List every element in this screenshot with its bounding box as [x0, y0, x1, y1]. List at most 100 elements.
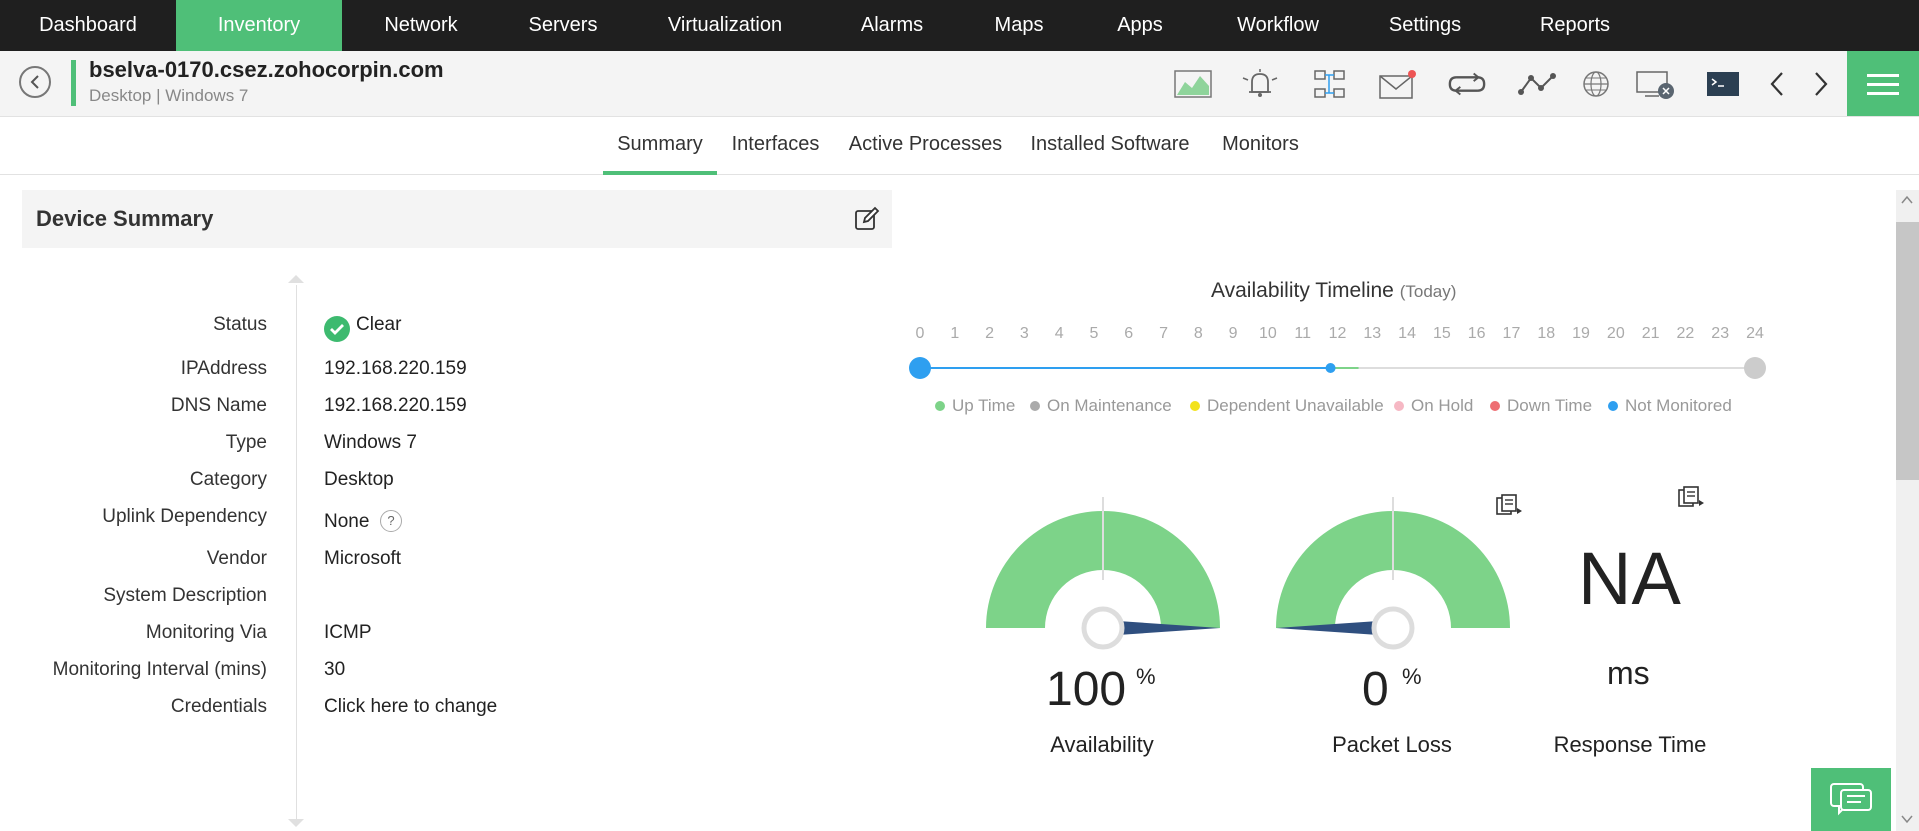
- status-value: Clear: [356, 314, 402, 335]
- legend-label: Not Monitored: [1625, 396, 1732, 415]
- uplink-dependency-value: None: [324, 511, 370, 532]
- timeline-hour-label: 24: [1746, 325, 1764, 342]
- timeline-hour-label: 1: [950, 325, 960, 342]
- nav-workflow[interactable]: Workflow: [1202, 0, 1354, 51]
- help-icon[interactable]: ?: [380, 510, 402, 532]
- legend-dot: [1394, 401, 1404, 411]
- scroll-up-icon[interactable]: [1900, 193, 1914, 207]
- sync-icon[interactable]: [1447, 66, 1487, 102]
- timeline-hour-label: 16: [1467, 325, 1486, 342]
- legend-dot: [1030, 401, 1040, 411]
- nav-inventory[interactable]: Inventory: [176, 0, 342, 51]
- legend-item: Dependent Unavailable: [1190, 396, 1384, 416]
- globe-icon[interactable]: [1576, 66, 1616, 102]
- type-value: Windows 7: [324, 432, 417, 453]
- legend-item: Down Time: [1490, 396, 1592, 416]
- legend-dot: [1608, 401, 1618, 411]
- nav-virtualization[interactable]: Virtualization: [626, 0, 824, 51]
- top-navigation: Dashboard Inventory Network Servers Virt…: [0, 0, 1919, 51]
- packet-loss-unit: %: [1402, 664, 1422, 689]
- timeline-hour-label: 18: [1537, 325, 1556, 342]
- packet-loss-gauge: [1276, 497, 1510, 650]
- next-arrow-icon[interactable]: [1801, 66, 1841, 102]
- timeline-hour-label: 20: [1606, 325, 1625, 342]
- timeline-hour-label: 17: [1502, 325, 1521, 342]
- timeline-hour-label: 19: [1572, 325, 1590, 342]
- accent-bar: [71, 60, 76, 106]
- timeline-hour-label: 13: [1363, 325, 1382, 342]
- legend-dot: [1190, 401, 1200, 411]
- legend-dot: [935, 401, 945, 411]
- timeline-title-text: Availability Timeline: [1211, 279, 1394, 302]
- chat-button[interactable]: [1811, 768, 1891, 831]
- prev-arrow-icon[interactable]: [1757, 66, 1797, 102]
- timeline-hour-label: 10: [1259, 325, 1277, 342]
- graph-icon[interactable]: [1173, 66, 1213, 102]
- alarm-bell-icon[interactable]: [1240, 66, 1280, 102]
- edit-icon[interactable]: [854, 206, 880, 232]
- dns-name-value: 192.168.220.159: [324, 395, 467, 416]
- response-time-unit: ms: [1607, 655, 1650, 691]
- monitoring-via-value: ICMP: [324, 622, 372, 643]
- status-check-icon: [324, 316, 350, 342]
- nav-servers[interactable]: Servers: [500, 0, 626, 51]
- vendor-value: Microsoft: [324, 548, 402, 569]
- terminal-icon[interactable]: [1703, 66, 1743, 102]
- timeline-end-marker: [1744, 357, 1766, 379]
- timeline-hour-label: 4: [1054, 325, 1064, 342]
- timeline-title: Availability Timeline (Today): [1211, 279, 1456, 303]
- response-time-report-icon[interactable]: [1677, 486, 1707, 512]
- tab-interfaces[interactable]: Interfaces: [727, 117, 824, 175]
- packet-loss-report-icon[interactable]: [1495, 494, 1525, 520]
- monitoring-interval-label: Monitoring Interval (mins): [52, 659, 267, 680]
- nav-apps[interactable]: Apps: [1078, 0, 1202, 51]
- nav-reports[interactable]: Reports: [1496, 0, 1654, 51]
- availability-unit: %: [1136, 664, 1156, 689]
- timeline-hour-label: 5: [1089, 325, 1099, 342]
- ip-address-label: IPAddress: [180, 358, 267, 379]
- dns-name-label: DNS Name: [170, 395, 267, 416]
- ip-address-value: 192.168.220.159: [324, 358, 467, 379]
- nav-settings[interactable]: Settings: [1354, 0, 1496, 51]
- mail-icon[interactable]: [1377, 66, 1417, 102]
- availability-label: Availability: [1050, 732, 1154, 757]
- timeline-hour-label: 14: [1398, 325, 1416, 342]
- legend-item: Not Monitored: [1608, 396, 1732, 416]
- availability-gauge: [986, 497, 1220, 650]
- tab-monitors[interactable]: Monitors: [1214, 117, 1307, 175]
- packet-loss-label: Packet Loss: [1332, 732, 1452, 757]
- scroll-down-icon[interactable]: [1900, 812, 1914, 826]
- legend-label: On Hold: [1411, 396, 1474, 415]
- device-summary-title: Device Summary: [36, 206, 214, 231]
- timeline-hour-label: 11: [1294, 325, 1311, 342]
- chevron-left-icon: [30, 75, 39, 89]
- back-button[interactable]: [19, 66, 51, 98]
- legend-item: On Hold: [1394, 396, 1473, 416]
- timeline-hour-label: 3: [1019, 325, 1029, 342]
- tab-active-processes[interactable]: Active Processes: [846, 117, 1005, 175]
- timeline-hour-label: 0: [915, 325, 925, 342]
- timeline-period: (Today): [1399, 282, 1457, 301]
- packet-loss-gauge-hub: [1371, 606, 1415, 650]
- nav-maps[interactable]: Maps: [960, 0, 1078, 51]
- monitoring-interval-value: 30: [324, 659, 346, 680]
- vendor-label: Vendor: [206, 548, 267, 569]
- scrollbar-thumb[interactable]: [1896, 222, 1919, 480]
- availability-gauge-hub: [1081, 606, 1125, 650]
- menu-button[interactable]: [1847, 51, 1919, 116]
- tab-summary[interactable]: Summary: [603, 117, 717, 175]
- timeline-start-marker: [909, 357, 931, 379]
- device-name: bselva-0170.csez.zohocorpin.com: [89, 57, 444, 82]
- chat-icon: [1830, 782, 1872, 815]
- nav-dashboard[interactable]: Dashboard: [0, 0, 176, 51]
- config-icon[interactable]: [1310, 66, 1350, 102]
- tab-installed-software[interactable]: Installed Software: [1024, 117, 1196, 175]
- remote-desktop-icon[interactable]: [1635, 66, 1675, 102]
- system-description-label: System Description: [103, 585, 267, 606]
- category-label: Category: [189, 469, 267, 490]
- credentials-link[interactable]: Click here to change: [324, 696, 497, 718]
- route-icon[interactable]: [1517, 66, 1557, 102]
- nav-network[interactable]: Network: [342, 0, 500, 51]
- nav-alarms[interactable]: Alarms: [824, 0, 960, 51]
- legend-dot: [1490, 401, 1500, 411]
